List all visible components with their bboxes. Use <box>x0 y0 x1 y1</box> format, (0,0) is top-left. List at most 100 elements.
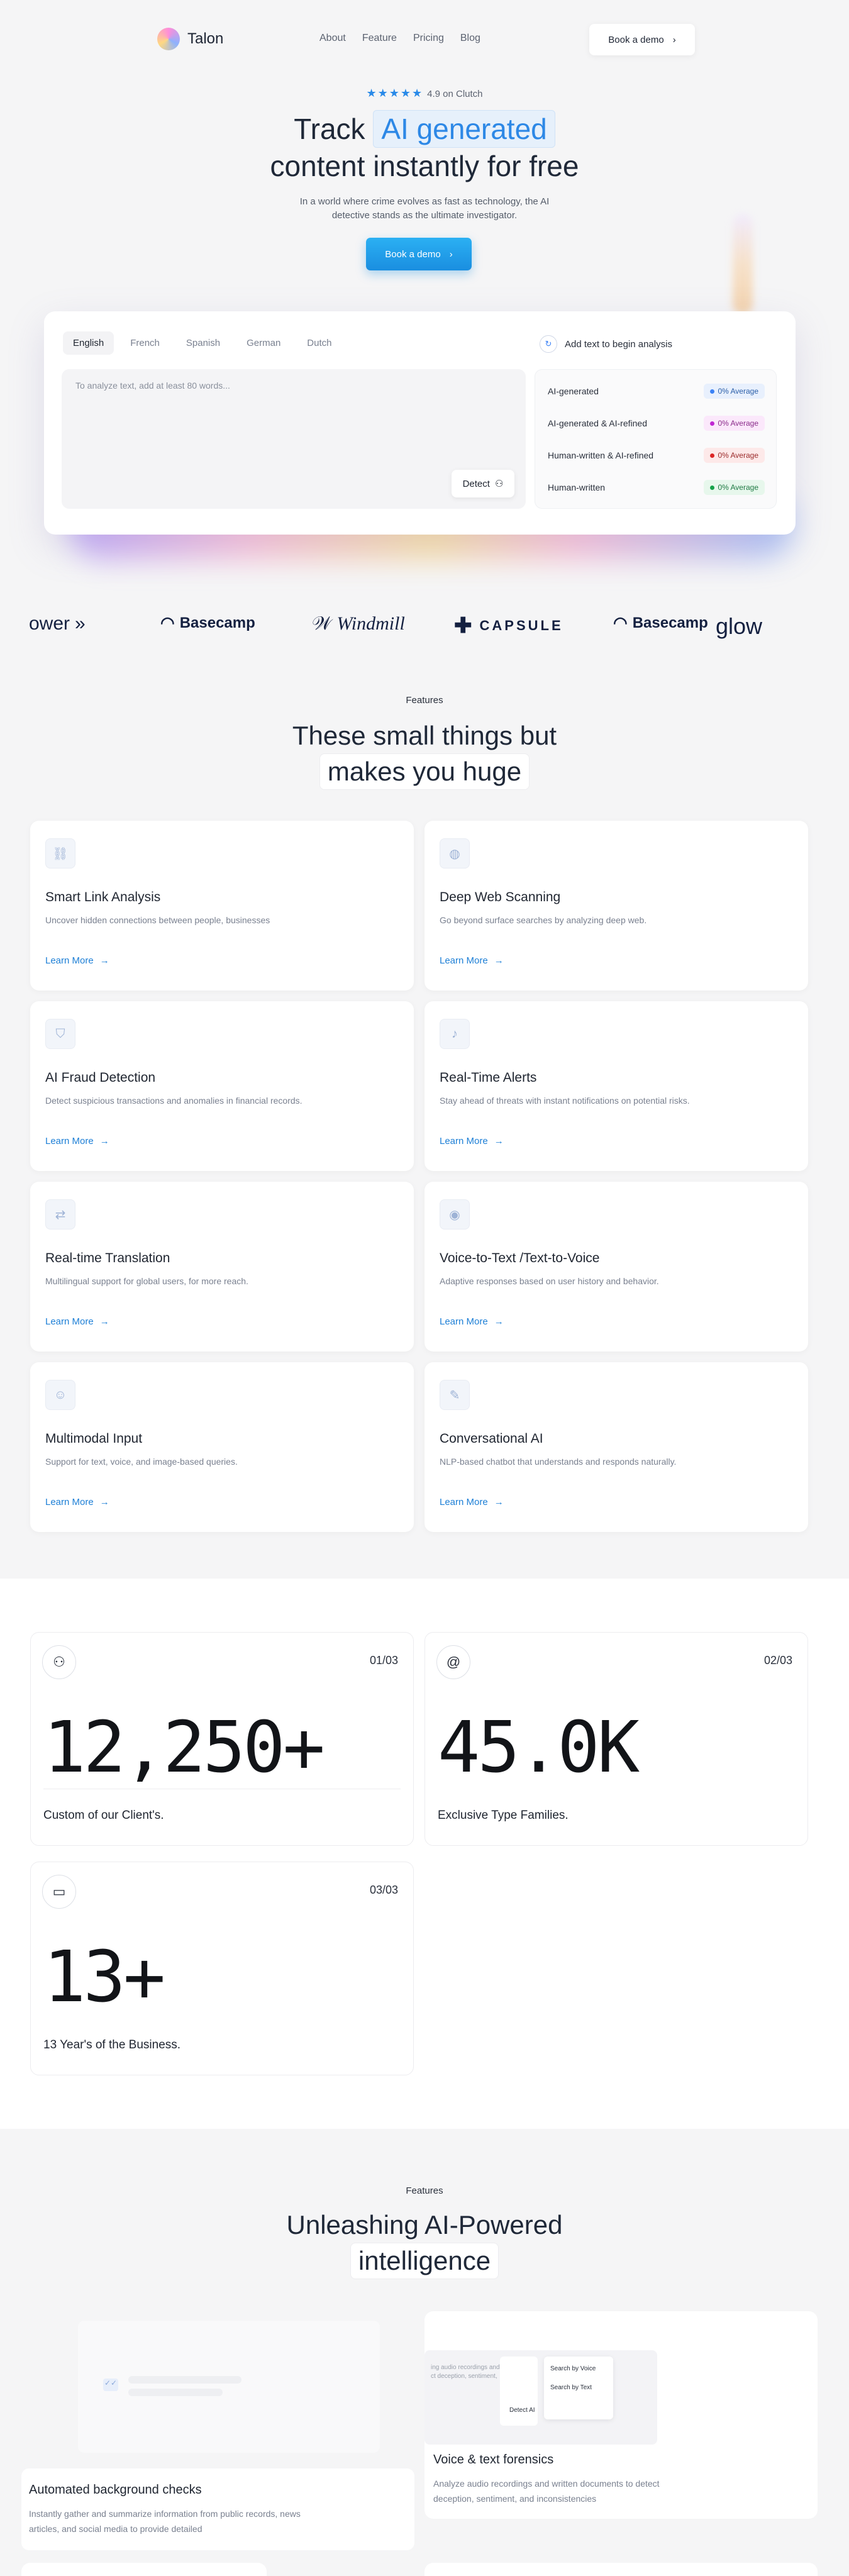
users-icon: ⚇ <box>42 1645 76 1679</box>
tab-spanish[interactable]: Spanish <box>176 331 230 355</box>
result-badge: 0% Average <box>703 480 765 495</box>
feature-card-background-checks: ✓✓ Automated background checks Instantly… <box>21 2314 414 2550</box>
stat-label: Custom of our Client's. <box>43 1809 164 1822</box>
brand-logo[interactable]: Talon <box>157 28 223 50</box>
features-title-line-1: These small things but <box>292 721 557 750</box>
feature-desc: Go beyond surface searches by analyzing … <box>440 915 647 925</box>
partner-logo-basecamp-2: ◠ Basecamp <box>613 613 708 632</box>
features-title: These small things but makes you huge <box>0 718 849 790</box>
learn-more-link[interactable]: Learn More → <box>440 1136 504 1146</box>
learn-more-link[interactable]: Learn More → <box>440 1497 504 1507</box>
next-card-edge <box>21 2563 267 2576</box>
features2-title-line-2: intelligence <box>350 2243 499 2279</box>
feature-title: Deep Web Scanning <box>440 890 561 904</box>
feature-card: ⛉ AI Fraud Detection Detect suspicious t… <box>30 1001 414 1171</box>
stat-label: Exclusive Type Families. <box>438 1809 569 1822</box>
features2-title: Unleashing AI-Powered intelligence <box>0 2207 849 2279</box>
partner-logo-basecamp: ◠ Basecamp <box>160 613 255 632</box>
analyzer-card: English French Spanish German Dutch To a… <box>44 311 796 535</box>
card-title: Automated background checks <box>29 2483 202 2497</box>
learn-more-link[interactable]: Learn More → <box>45 1497 109 1507</box>
top-nav: Talon About Feature Pricing Blog Book a … <box>157 24 695 55</box>
feature-title: Smart Link Analysis <box>45 890 161 904</box>
arrow-right-icon: → <box>494 1136 504 1146</box>
brand-name: Talon <box>187 30 224 47</box>
nav-link-pricing[interactable]: Pricing <box>413 33 444 44</box>
result-badge: 0% Average <box>703 384 765 399</box>
feature-title: Real-Time Alerts <box>440 1070 537 1085</box>
hero-title-b: content instantly for free <box>270 150 579 182</box>
nav-link-about[interactable]: About <box>319 33 346 44</box>
feature-card: ✎ Conversational AI NLP-based chatbot th… <box>425 1362 808 1532</box>
learn-more-link[interactable]: Learn More → <box>45 1316 109 1327</box>
chevron-right-icon: › <box>449 248 453 260</box>
partner-logo: ower» <box>29 613 86 634</box>
nav-links: About Feature Pricing Blog <box>319 33 480 44</box>
hero-subtitle-line-2: detective stands as the ultimate investi… <box>331 210 518 221</box>
nav-book-demo-button[interactable]: Book a demo › <box>589 24 695 55</box>
tab-dutch[interactable]: Dutch <box>297 331 341 355</box>
logo-icon <box>157 28 180 50</box>
learn-more-link[interactable]: Learn More → <box>440 1316 504 1327</box>
feature-desc: NLP-based chatbot that understands and r… <box>440 1457 677 1467</box>
tab-french[interactable]: French <box>120 331 170 355</box>
card-desc: Analyze audio recordings and written doc… <box>433 2479 660 2504</box>
analyze-text-input[interactable]: To analyze text, add at least 80 words..… <box>62 369 526 509</box>
card-desc: Instantly gather and summarize informati… <box>29 2509 301 2534</box>
result-label: AI-generated <box>548 386 599 396</box>
basecamp-icon: ◠ <box>613 613 628 632</box>
stat-value: 12,250+ <box>43 1707 325 1789</box>
features-eyebrow: Features <box>406 695 443 706</box>
learn-more-link[interactable]: Learn More → <box>45 955 109 966</box>
bike-icon: ⚇ <box>494 479 504 489</box>
stat-index: 02/03 <box>763 1654 792 1667</box>
mock-preview: ✓✓ <box>78 2321 380 2453</box>
tab-english[interactable]: English <box>63 331 114 355</box>
feature-title: Real-time Translation <box>45 1251 170 1265</box>
stat-index: 03/03 <box>369 1884 398 1896</box>
result-badge: 0% Average <box>703 416 765 431</box>
hero-title-highlight: AI generated <box>373 110 555 148</box>
feature-card: ◍ Deep Web Scanning Go beyond surface se… <box>425 821 808 991</box>
arrow-right-icon: → <box>494 1497 504 1507</box>
detect-button[interactable]: Detect ⚇ <box>452 470 514 497</box>
stat-value: 13+ <box>43 1936 165 2018</box>
feature-card: ⇄ Real-time Translation Multilingual sup… <box>30 1182 414 1352</box>
arrow-right-icon: → <box>494 1316 504 1327</box>
shield-icon: ⛉ <box>45 1019 75 1049</box>
voice-icon: ◉ <box>440 1199 470 1230</box>
feature-card: ◉ Voice-to-Text /Text-to-Voice Adaptive … <box>425 1182 808 1352</box>
feature-title: Voice-to-Text /Text-to-Voice <box>440 1251 600 1265</box>
tab-german[interactable]: German <box>236 331 291 355</box>
add-text-hint: ↻ Add text to begin analysis <box>540 335 672 353</box>
plus-icon: ✚ <box>454 614 475 638</box>
arrow-right-icon: → <box>99 1136 109 1146</box>
bell-icon: ♪ <box>440 1019 470 1049</box>
hero-subtitle: In a world where crime evolves as fast a… <box>0 195 849 223</box>
hero-book-demo-button[interactable]: Book a demo › <box>366 238 472 270</box>
card-title: Voice & text forensics <box>433 2453 554 2467</box>
stat-card: ▭ 03/03 13+ 13 Year's of the Business. <box>30 1862 414 2075</box>
globe-icon: ◍ <box>440 838 470 869</box>
partner-logo-glow: glow <box>716 613 763 639</box>
feature-card: ☺ Multimodal Input Support for text, voi… <box>30 1362 414 1532</box>
nav-link-blog[interactable]: Blog <box>460 33 480 44</box>
partner-logo-windmill: 𝒲 Windmill <box>312 613 405 634</box>
learn-more-link[interactable]: Learn More → <box>45 1136 109 1146</box>
result-badge: 0% Average <box>703 448 765 463</box>
basecamp-icon: ◠ <box>160 613 175 632</box>
learn-more-link[interactable]: Learn More → <box>440 955 504 966</box>
feature-desc: Uncover hidden connections between peopl… <box>45 915 270 925</box>
feature-desc: Stay ahead of threats with instant notif… <box>440 1096 690 1106</box>
feature-desc: Adaptive responses based on user history… <box>440 1276 659 1286</box>
nav-link-feature[interactable]: Feature <box>362 33 397 44</box>
feature-title: Multimodal Input <box>45 1431 143 1446</box>
decorative-light <box>733 214 753 314</box>
hero-title-a: Track <box>294 113 365 145</box>
stat-index: 01/03 <box>369 1654 398 1667</box>
arrow-right-icon: → <box>99 1497 109 1507</box>
result-label: AI-generated & AI-refined <box>548 418 647 428</box>
detect-label: Detect <box>462 478 490 489</box>
stat-card: ⚇ 01/03 12,250+ Custom of our Client's. <box>30 1632 414 1846</box>
feature-title: Conversational AI <box>440 1431 543 1446</box>
